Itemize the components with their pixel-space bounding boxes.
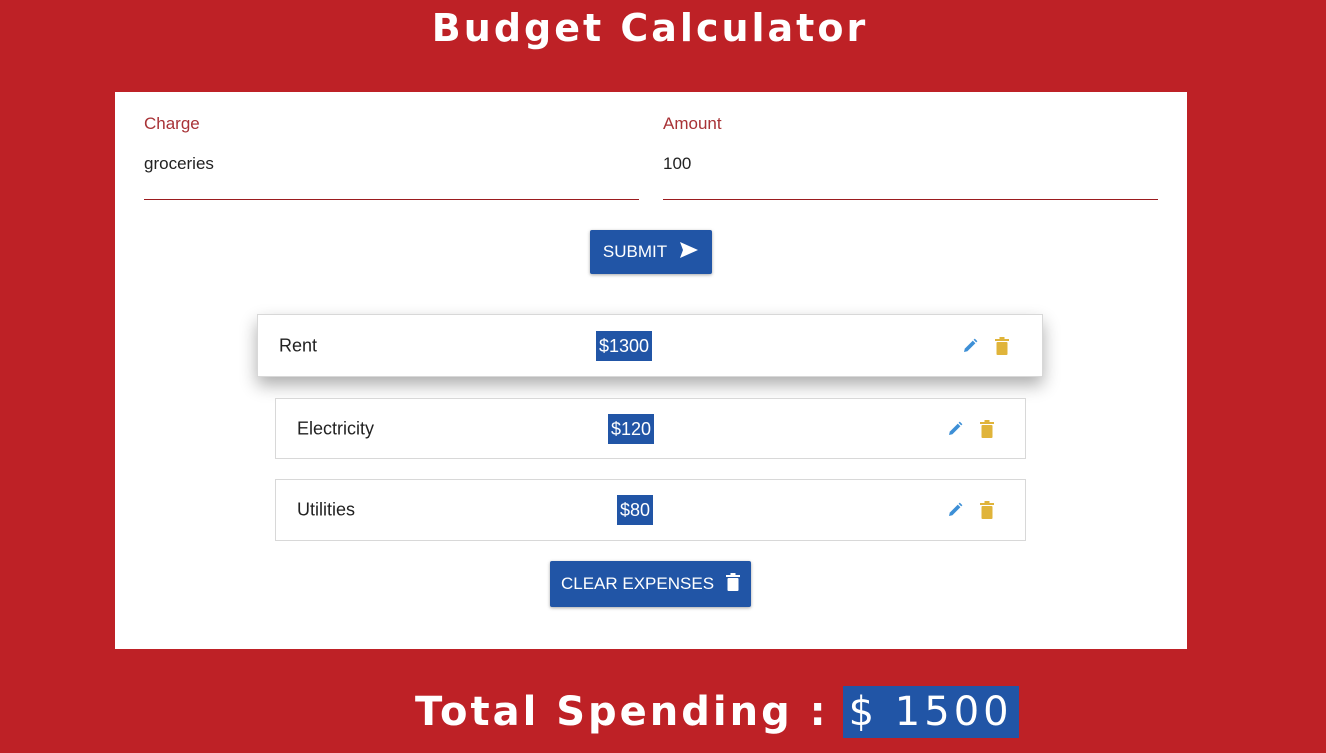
app-title: Budget Calculator: [431, 6, 869, 50]
expense-actions: [946, 500, 996, 520]
pencil-icon: [949, 421, 963, 435]
trash-icon: [980, 501, 994, 519]
total-spending: Total Spending : $ 1500: [415, 686, 1019, 738]
delete-expense-button[interactable]: [978, 500, 996, 520]
pencil-icon: [949, 502, 963, 516]
charge-field: Charge: [144, 114, 639, 200]
delete-expense-button[interactable]: [993, 336, 1011, 356]
expense-name: Utilities: [297, 499, 356, 520]
expense-item-utilities: Utilities $80: [275, 479, 1026, 541]
expense-name: Electricity: [297, 418, 375, 438]
expense-actions: [946, 419, 996, 439]
total-spending-value: $ 1500: [842, 686, 1019, 738]
expense-amount-badge: $80: [617, 495, 654, 525]
edit-expense-button[interactable]: [946, 419, 964, 439]
pencil-icon: [964, 338, 978, 352]
trash-icon: [980, 419, 994, 438]
amount-field: Amount: [663, 114, 1158, 200]
send-icon: [679, 241, 699, 264]
expense-amount-badge: $120: [608, 413, 655, 444]
submit-button[interactable]: SUBMIT: [590, 230, 712, 274]
clear-expenses-button[interactable]: CLEAR EXPENSES: [550, 561, 751, 607]
delete-expense-button[interactable]: [978, 419, 996, 439]
amount-label: Amount: [663, 114, 722, 133]
trash-icon: [995, 336, 1009, 355]
expense-actions: [961, 336, 1011, 356]
budget-card: Charge Amount SUBMIT Rent $1300: [115, 92, 1187, 649]
submit-button-label: SUBMIT: [602, 242, 668, 261]
charge-label: Charge: [144, 114, 200, 133]
expense-amount-badge: $1300: [596, 330, 653, 361]
total-spending-label: Total Spending :: [415, 689, 829, 735]
expense-item-electricity: Electricity $120: [275, 398, 1026, 459]
charge-input[interactable]: [144, 154, 639, 174]
amount-input[interactable]: [663, 154, 1158, 174]
expense-item-rent: Rent $1300: [257, 314, 1043, 377]
expense-name: Rent: [279, 335, 318, 355]
trash-icon: [726, 572, 741, 596]
clear-expenses-label: CLEAR EXPENSES: [560, 574, 715, 593]
edit-expense-button[interactable]: [961, 336, 979, 356]
edit-expense-button[interactable]: [946, 500, 964, 520]
